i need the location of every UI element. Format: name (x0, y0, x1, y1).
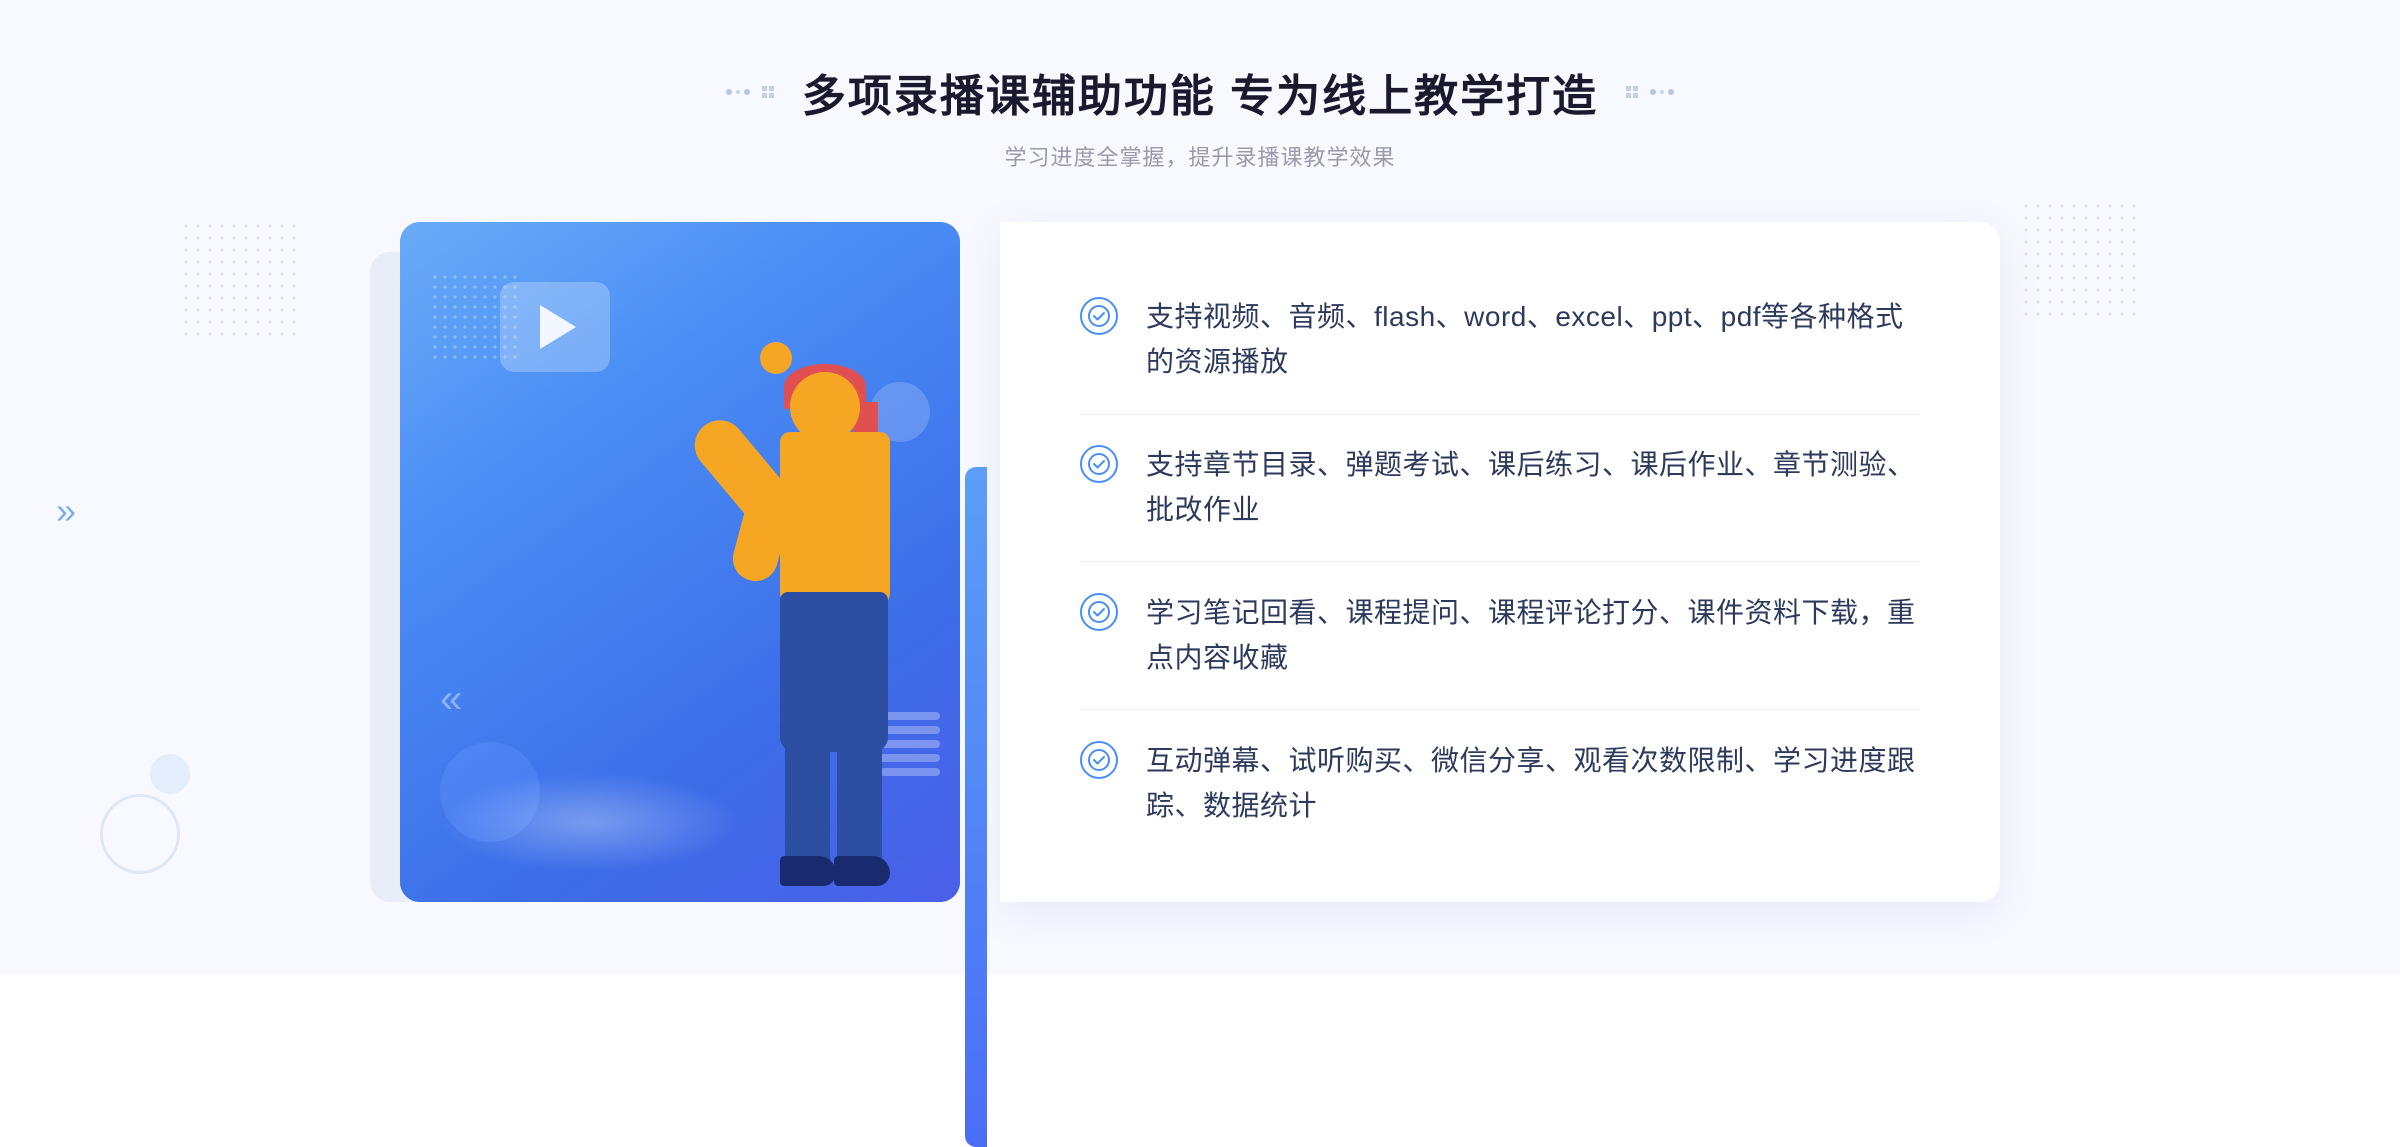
feature-item-2: 支持章节目录、弹题考试、课后练习、课后作业、章节测验、批改作业 (1080, 425, 1920, 551)
check-icon-2 (1080, 445, 1118, 483)
features-panel: 支持视频、音频、flash、word、excel、ppt、pdf等各种格式的资源… (1000, 222, 2000, 902)
illustration-inner: « (400, 222, 960, 902)
page-subtitle: 学习进度全掌握，提升录播课教学效果 (726, 140, 1674, 172)
page-wrapper: » 多项录播课辅助功能 专为线上教学打造 (0, 0, 2400, 974)
check-icon-wrapper-2 (1080, 445, 1118, 483)
left-blue-bar (965, 467, 987, 1147)
deco-dots-left (180, 220, 300, 340)
feature-text-1: 支持视频、音频、flash、word、excel、ppt、pdf等各种格式的资源… (1146, 295, 1920, 385)
check-icon-wrapper-3 (1080, 593, 1118, 631)
check-icon-wrapper-1 (1080, 297, 1118, 335)
person-hand-raised (760, 342, 792, 374)
header-deco-right (1618, 82, 1674, 102)
play-bubble (500, 282, 610, 372)
check-icon-wrapper-4 (1080, 741, 1118, 779)
chevron-left-icon: » (56, 490, 76, 532)
feature-text-2: 支持章节目录、弹题考试、课后练习、课后作业、章节测验、批改作业 (1146, 443, 1920, 533)
person-shoe-left (780, 856, 836, 886)
check-icon-3 (1080, 593, 1118, 631)
illustration-card: « (400, 222, 960, 902)
person-leg-right (837, 722, 882, 872)
feature-item-4: 互动弹幕、试听购买、微信分享、观看次数限制、学习进度跟踪、数据统计 (1080, 721, 1920, 847)
feature-item-1: 支持视频、音频、flash、word、excel、ppt、pdf等各种格式的资源… (1080, 277, 1920, 403)
header-deco-left (726, 82, 782, 102)
header-title-row: 多项录播课辅助功能 专为线上教学打造 (726, 60, 1674, 124)
feature-item-3: 学习笔记回看、课程提问、课程评论打分、课件资料下载，重点内容收藏 (1080, 573, 1920, 699)
person-illustration (660, 322, 940, 902)
play-icon (540, 305, 576, 349)
person-leg-left (785, 722, 830, 872)
check-icon-4 (1080, 741, 1118, 779)
header-section: 多项录播课辅助功能 专为线上教学打造 学习进度全掌握，提升录播课教学效果 (726, 60, 1674, 172)
deco-circle-left (100, 794, 180, 874)
main-content: « (400, 222, 2000, 902)
divider-3 (1080, 709, 1920, 710)
deco-dots-right (2020, 200, 2140, 320)
check-icon-1 (1080, 297, 1118, 335)
feature-text-4: 互动弹幕、试听购买、微信分享、观看次数限制、学习进度跟踪、数据统计 (1146, 739, 1920, 829)
deco-circle-small (150, 754, 190, 794)
page-title: 多项录播课辅助功能 专为线上教学打造 (802, 60, 1598, 124)
feature-text-3: 学习笔记回看、课程提问、课程评论打分、课件资料下载，重点内容收藏 (1146, 591, 1920, 681)
card-chevron-icon: « (440, 677, 462, 722)
person-body (780, 432, 890, 612)
divider-1 (1080, 414, 1920, 415)
divider-2 (1080, 561, 1920, 562)
person-shoe-right (834, 856, 890, 886)
